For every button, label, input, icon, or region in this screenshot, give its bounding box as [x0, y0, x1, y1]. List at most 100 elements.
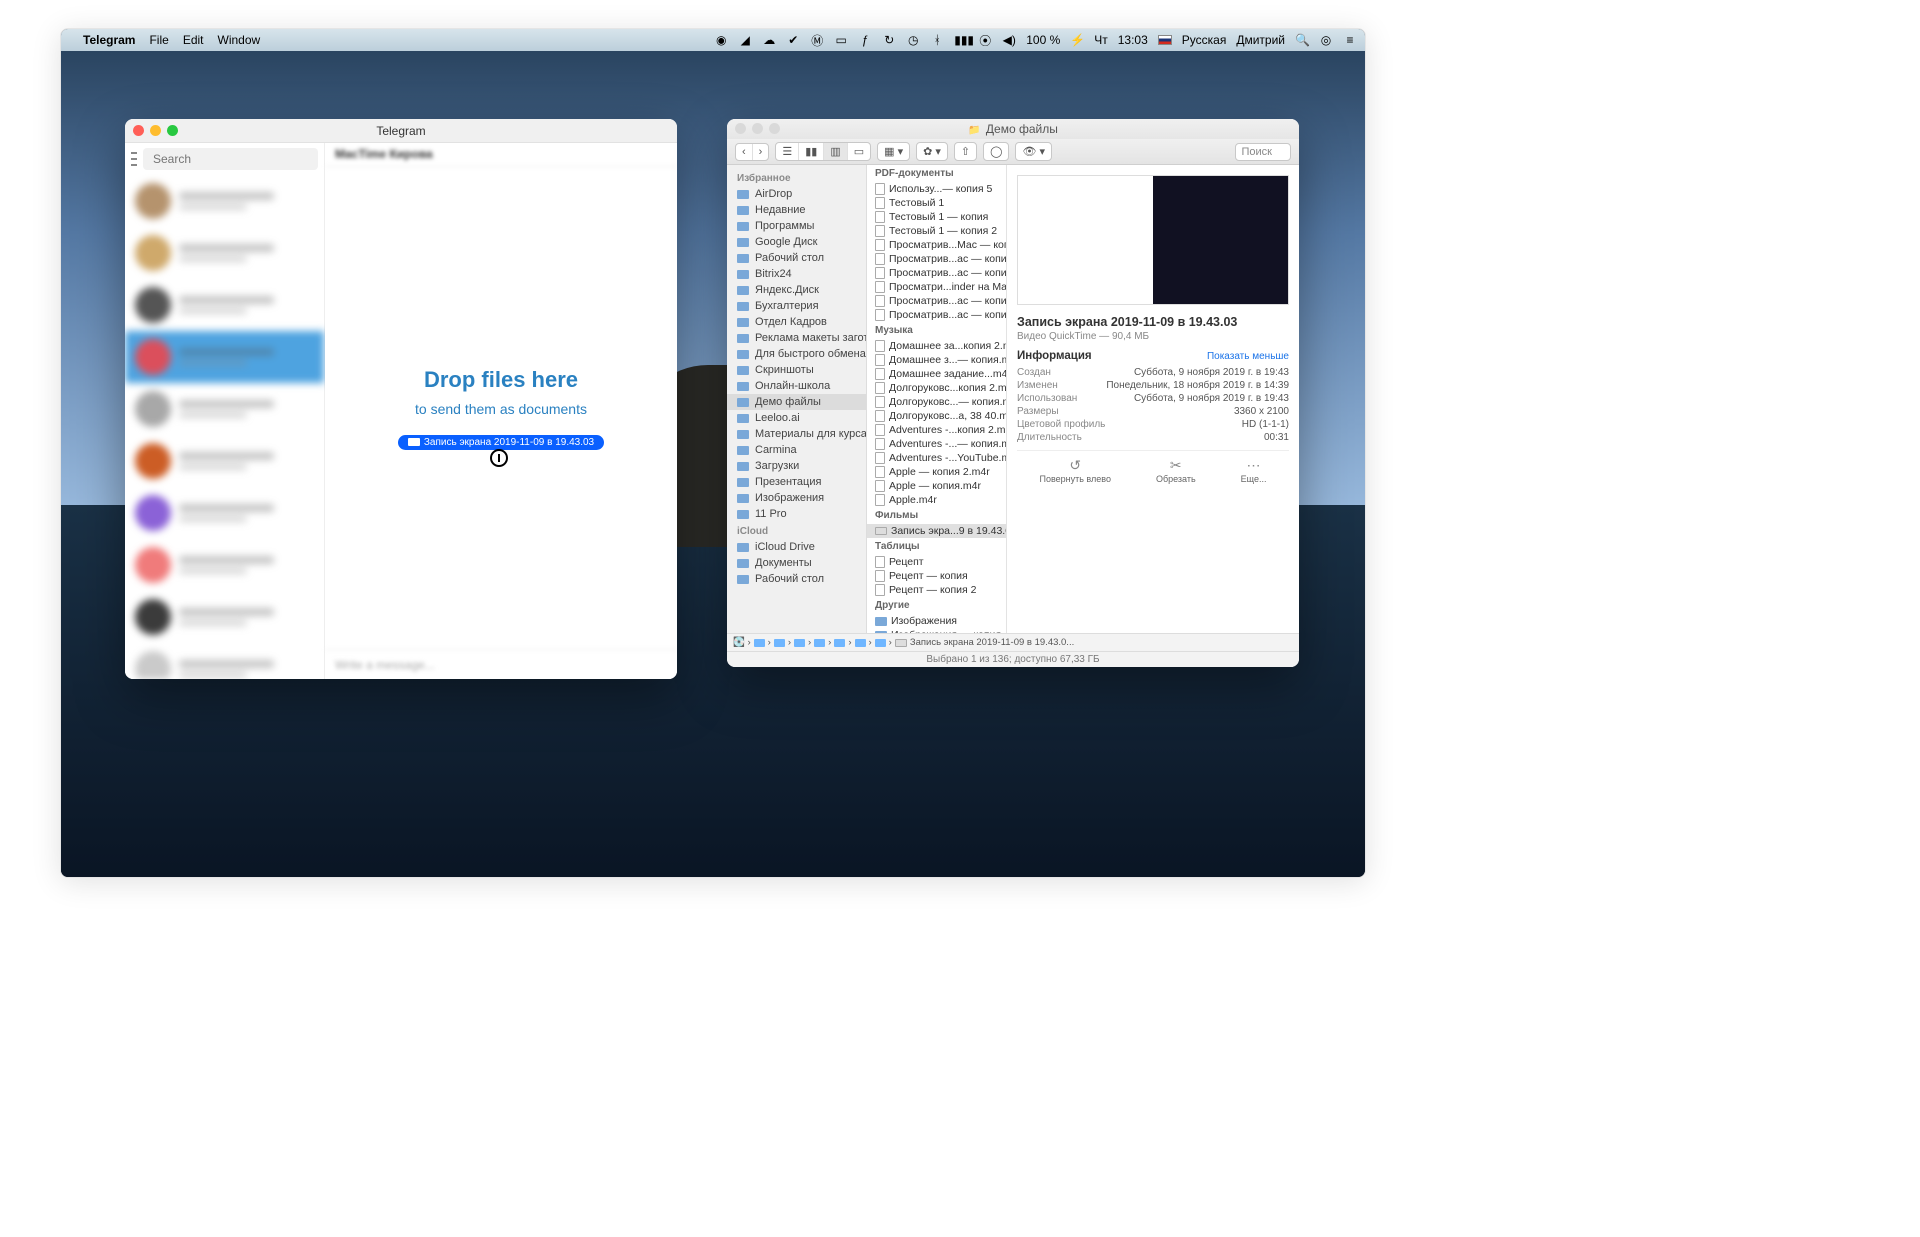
window-minimize-button[interactable]: [752, 123, 763, 134]
file-row[interactable]: Рецепт — копия 2: [867, 583, 1006, 597]
file-row[interactable]: Рецепт — копия: [867, 569, 1006, 583]
sidebar-item[interactable]: Демо файлы: [727, 394, 866, 410]
action-trim[interactable]: ✂︎Обрезать: [1156, 457, 1196, 484]
file-row[interactable]: Просматрив...ас — копия 3: [867, 294, 1006, 308]
file-row[interactable]: Использу...— копия 5: [867, 182, 1006, 196]
wifi-icon[interactable]: ⦿: [978, 32, 992, 49]
window-close-button[interactable]: [735, 123, 746, 134]
file-row[interactable]: Запись экра...9 в 19.43.03: [867, 524, 1006, 538]
sound-icon[interactable]: ◀): [1002, 33, 1016, 47]
sidebar-item[interactable]: Бухгалтерия: [727, 298, 866, 314]
menu-icon[interactable]: [131, 152, 137, 166]
siri-icon[interactable]: ◎: [1319, 33, 1333, 47]
sidebar-item[interactable]: Leeloo.ai: [727, 410, 866, 426]
sidebar-item[interactable]: 11 Pro: [727, 506, 866, 522]
file-row[interactable]: Apple — копия 2.m4r: [867, 465, 1006, 479]
sidebar-item[interactable]: Недавние: [727, 202, 866, 218]
file-row[interactable]: Apple — копия.m4r: [867, 479, 1006, 493]
nav-buttons[interactable]: ‹›: [735, 143, 769, 161]
sidebar-item[interactable]: AirDrop: [727, 186, 866, 202]
chat-header[interactable]: MacTime Кирова: [325, 143, 677, 167]
clock-icon[interactable]: ◷: [906, 33, 920, 47]
file-row[interactable]: Тестовый 1 — копия 2: [867, 224, 1006, 238]
file-row[interactable]: Изображения: [867, 614, 1006, 628]
action-button[interactable]: ✿ ▾: [916, 142, 948, 161]
telegram-titlebar[interactable]: Telegram: [125, 119, 677, 143]
menubar-time[interactable]: 13:03: [1118, 33, 1148, 47]
view-mode-segmented[interactable]: ☰▮▮▥▭: [775, 142, 871, 161]
file-row[interactable]: Adventures -...— копия.mp3: [867, 437, 1006, 451]
sidebar-item[interactable]: Реклама макеты загото...: [727, 330, 866, 346]
sidebar-item[interactable]: Рабочий стол: [727, 571, 866, 587]
sidebar-item[interactable]: Документы: [727, 555, 866, 571]
sidebar-item[interactable]: Carmina: [727, 442, 866, 458]
action-rotate[interactable]: ↺Повернуть влево: [1039, 457, 1110, 484]
file-row[interactable]: Просматрив...ас — копия 5: [867, 308, 1006, 322]
cloud-icon[interactable]: ☁: [762, 33, 776, 47]
finder-titlebar[interactable]: 📁 Демо файлы: [727, 119, 1299, 139]
show-less-link[interactable]: Показать меньше: [1207, 351, 1289, 362]
action-more[interactable]: ⋯Еще...: [1241, 457, 1267, 484]
message-input[interactable]: Write a message...: [325, 649, 677, 679]
sidebar-item[interactable]: Загрузки: [727, 458, 866, 474]
sidebar-item[interactable]: Изображения: [727, 490, 866, 506]
quicklook-button[interactable]: 👁 ▾: [1015, 142, 1052, 161]
menubar-extra-icon[interactable]: ✔: [786, 33, 800, 47]
tags-button[interactable]: ◯: [983, 142, 1009, 161]
menu-window[interactable]: Window: [218, 33, 261, 47]
sidebar-item[interactable]: Рабочий стол: [727, 250, 866, 266]
search-input[interactable]: [143, 148, 318, 170]
sidebar-item[interactable]: Для быстрого обмена,...: [727, 346, 866, 362]
battery-icon[interactable]: ▮▮▮: [954, 33, 968, 47]
spotlight-icon[interactable]: 🔍: [1295, 33, 1309, 47]
file-thumbnail[interactable]: [1017, 175, 1289, 305]
file-row[interactable]: Рецепт: [867, 555, 1006, 569]
menubar-extra-icon[interactable]: ƒ: [858, 33, 872, 47]
file-row[interactable]: Долгоруковс...— копия.m4a: [867, 395, 1006, 409]
window-minimize-button[interactable]: [150, 125, 161, 136]
sidebar-item[interactable]: Отдел Кадров: [727, 314, 866, 330]
sidebar-item[interactable]: Яндекс.Диск: [727, 282, 866, 298]
file-row[interactable]: Домашнее за...копия 2.m4a: [867, 339, 1006, 353]
share-button[interactable]: ⇧: [954, 142, 977, 161]
file-row[interactable]: Adventures -...YouTube.mp3: [867, 451, 1006, 465]
menu-edit[interactable]: Edit: [183, 33, 204, 47]
display-icon[interactable]: ▭: [834, 33, 848, 47]
finder-path-bar[interactable]: 💽 › ›› ›› ›› › Запись экрана 2019-11-09 …: [727, 633, 1299, 651]
menubar-day[interactable]: Чт: [1094, 33, 1108, 47]
file-row[interactable]: Просматрив...Mac — копия: [867, 238, 1006, 252]
menubar-extra-icon[interactable]: ◉: [714, 33, 728, 47]
menubar-app-name[interactable]: Telegram: [83, 33, 135, 47]
sidebar-item[interactable]: iCloud Drive: [727, 539, 866, 555]
sidebar-item[interactable]: Скриншоты: [727, 362, 866, 378]
timemachine-icon[interactable]: ↻: [882, 33, 896, 47]
menubar-user[interactable]: Дмитрий: [1236, 33, 1285, 47]
notification-center-icon[interactable]: ≡: [1343, 33, 1357, 47]
file-row[interactable]: Тестовый 1 — копия: [867, 210, 1006, 224]
finder-search-input[interactable]: Поиск: [1235, 143, 1291, 161]
sidebar-item[interactable]: Google Диск: [727, 234, 866, 250]
sidebar-item[interactable]: Онлайн-школа: [727, 378, 866, 394]
window-close-button[interactable]: [133, 125, 144, 136]
sidebar-item[interactable]: Программы: [727, 218, 866, 234]
menu-file[interactable]: File: [149, 33, 168, 47]
menubar-language[interactable]: Русская: [1182, 33, 1227, 47]
menubar-extra-icon[interactable]: Ⓜ: [810, 32, 824, 49]
file-row[interactable]: Просматрив...ас — копия: [867, 252, 1006, 266]
file-row[interactable]: Домашнее задание...m4a: [867, 367, 1006, 381]
sidebar-item[interactable]: Материалы для курса: [727, 426, 866, 442]
window-zoom-button[interactable]: [769, 123, 780, 134]
input-source-flag-icon[interactable]: [1158, 35, 1172, 45]
sidebar-item[interactable]: Bitrix24: [727, 266, 866, 282]
group-button[interactable]: ▦ ▾: [877, 142, 910, 161]
file-row[interactable]: Тестовый 1: [867, 196, 1006, 210]
file-row[interactable]: Долгоруковс...копия 2.m4a: [867, 381, 1006, 395]
file-row[interactable]: Домашнее з...— копия.m4a: [867, 353, 1006, 367]
file-row[interactable]: Adventures -...копия 2.mp3: [867, 423, 1006, 437]
sidebar-item[interactable]: Презентация: [727, 474, 866, 490]
bluetooth-icon[interactable]: ᚼ: [930, 33, 944, 47]
chat-list[interactable]: [125, 175, 324, 679]
file-row[interactable]: Просматри...inder на Mac: [867, 280, 1006, 294]
battery-percent[interactable]: 100 %: [1026, 33, 1060, 47]
file-drop-zone[interactable]: Drop files here to send them as document…: [325, 167, 677, 649]
